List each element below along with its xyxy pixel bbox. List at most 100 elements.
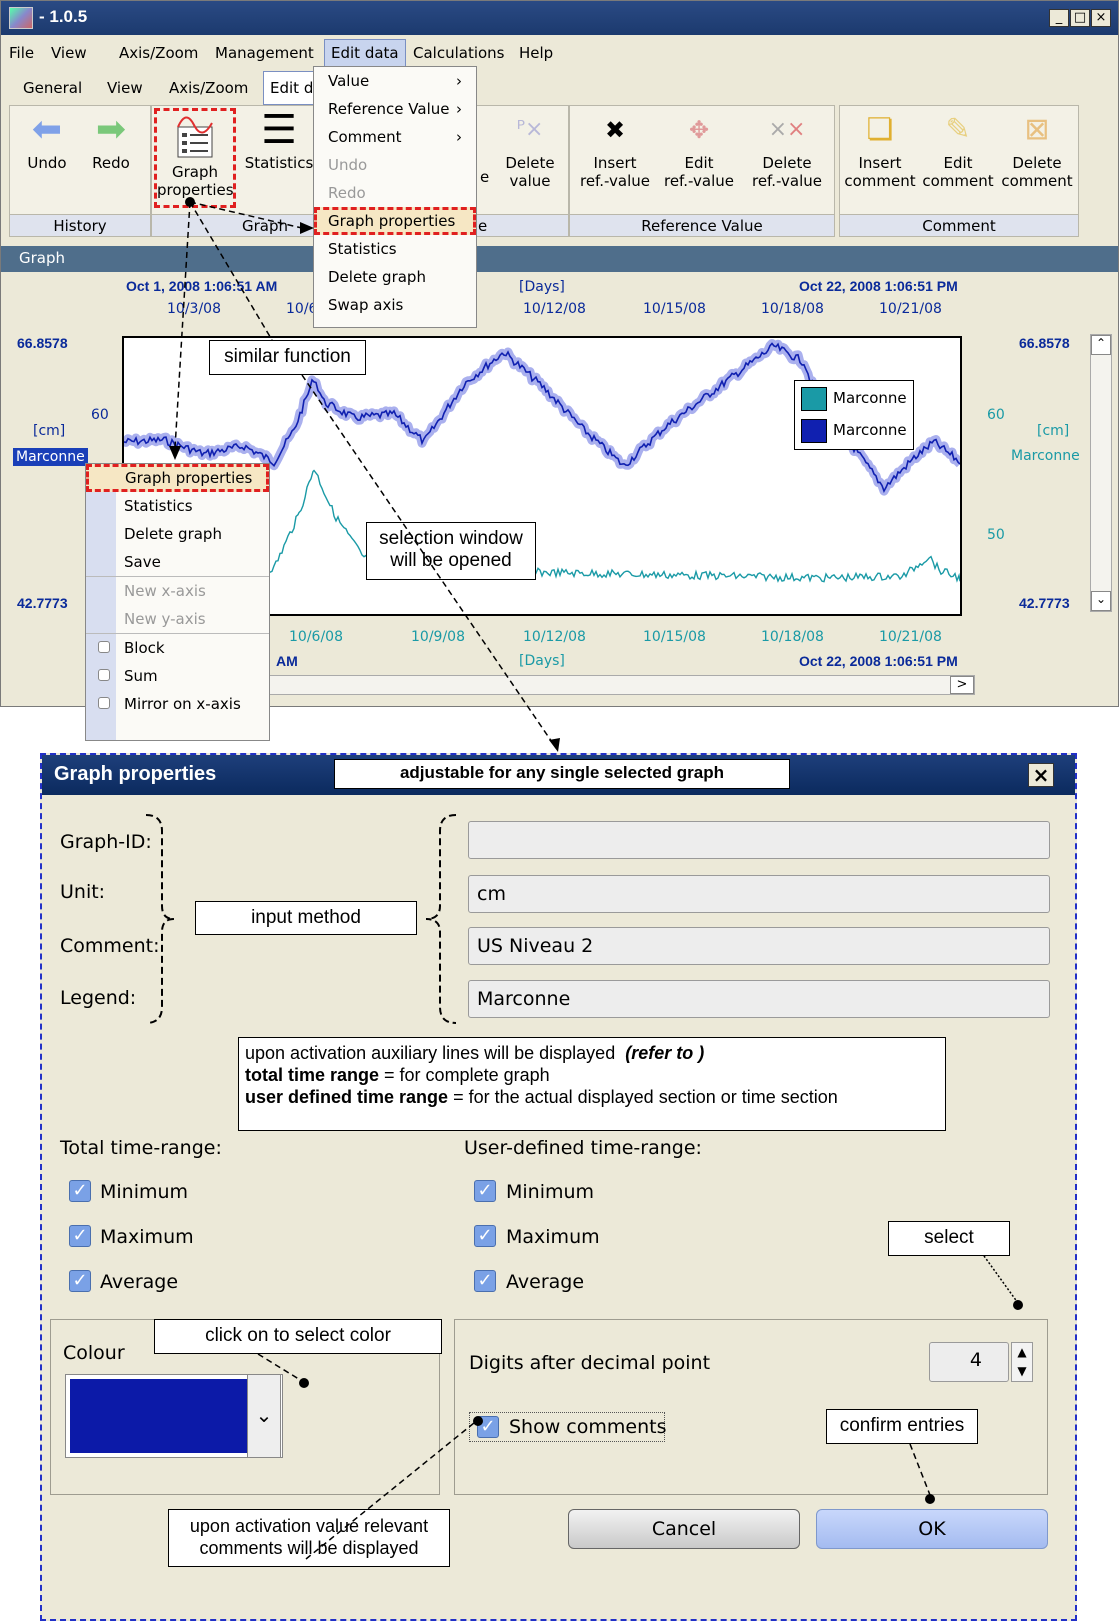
digits-spinner[interactable]: 4 — [929, 1342, 1009, 1382]
minimize-icon[interactable]: _ — [1049, 9, 1069, 27]
tab-general[interactable]: General — [23, 79, 82, 97]
colour-dropdown-icon[interactable]: ⌄ — [247, 1374, 281, 1458]
checkbox-icon[interactable] — [98, 641, 110, 653]
total-minimum-checkbox[interactable]: ✓ — [69, 1180, 91, 1202]
insert-comment-button[interactable]: ❏ Insert comment — [842, 110, 918, 190]
scroll-down-icon[interactable]: ⌄ — [1091, 591, 1111, 611]
show-comments-label: Show comments — [509, 1416, 667, 1438]
tab-axis-zoom[interactable]: Axis/Zoom — [169, 79, 248, 97]
reference-value-group-label: Reference Value — [570, 214, 834, 236]
annotation-click-color: click on to select color — [154, 1319, 442, 1354]
menu-bar: File View Axis/Zoom Management Edit data… — [1, 39, 1118, 67]
scroll-up-icon[interactable]: ⌃ — [1091, 335, 1111, 355]
delete-ref-label-2: ref.-value — [751, 172, 822, 190]
menu-view[interactable]: View — [51, 44, 87, 62]
dialog-close-icon[interactable]: × — [1028, 763, 1054, 787]
context-item-sum[interactable]: Sum — [86, 662, 269, 690]
context-item-statistics[interactable]: Statistics — [86, 492, 269, 520]
menu-help[interactable]: Help — [519, 44, 553, 62]
redo-button[interactable]: ➡ Redo — [82, 110, 140, 173]
series-tag-left[interactable]: Marconne — [13, 448, 88, 466]
bottom-left-time-fragment: AM — [276, 653, 298, 669]
insert-comment-label-2: comment — [844, 172, 916, 190]
context-item-new-x-axis[interactable]: New x-axis — [86, 576, 269, 605]
undo-label: Undo — [27, 154, 67, 172]
checkbox-icon[interactable] — [98, 697, 110, 709]
context-item-save[interactable]: Save — [86, 548, 269, 576]
close-icon[interactable]: × — [1091, 9, 1111, 27]
ribbon-tabs: General View Axis/Zoom Edit da — [1, 71, 1118, 105]
context-item-new-y-axis[interactable]: New y-axis — [86, 605, 269, 633]
comment-field[interactable]: US Niveau 2 — [468, 927, 1050, 965]
show-comments-checkbox[interactable]: ✓ — [477, 1416, 499, 1438]
context-item-block[interactable]: Block — [86, 633, 269, 662]
unit-field[interactable]: cm — [468, 875, 1050, 913]
total-maximum-checkbox[interactable]: ✓ — [69, 1225, 91, 1247]
menu-item-reference-value[interactable]: Reference Value › — [314, 95, 476, 123]
insert-ref-value-button[interactable]: ✖ Insert ref.-value — [574, 110, 656, 190]
y-tick-right-60: 60 — [987, 407, 1005, 423]
annotation-select: select — [888, 1221, 1010, 1256]
top-tick: 10/18/08 — [761, 301, 824, 317]
user-average-label: Average — [506, 1271, 585, 1293]
menu-item-swap-axis[interactable]: Swap axis — [314, 291, 476, 319]
graph-properties-button[interactable]: Graph properties — [154, 108, 236, 208]
reference-value-group: ✖ Insert ref.-value ✥ Edit ref.-value ××… — [569, 105, 835, 237]
delete-value-label-1: Delete — [505, 154, 555, 172]
delete-value-button[interactable]: ᴾ× Delete value — [496, 110, 564, 190]
graph-context-menu: Graph properties Statistics Delete graph… — [85, 463, 270, 741]
user-average-checkbox[interactable]: ✓ — [474, 1270, 496, 1292]
top-unit-days: [Days] — [519, 279, 565, 295]
checkbox-icon[interactable] — [98, 669, 110, 681]
undo-button[interactable]: ⬅ Undo — [18, 110, 76, 173]
scroll-right-icon[interactable]: > — [950, 676, 974, 694]
statistics-label: Statistics — [244, 154, 314, 172]
context-item-delete-graph[interactable]: Delete graph — [86, 520, 269, 548]
horizontal-scrollbar[interactable]: > — [261, 675, 975, 695]
unit-left: [cm] — [33, 423, 66, 439]
menu-file[interactable]: File — [9, 44, 34, 62]
user-maximum-checkbox[interactable]: ✓ — [474, 1225, 496, 1247]
statistics-button[interactable]: ☰ Statistics — [240, 110, 318, 172]
edit-ref-value-button[interactable]: ✥ Edit ref.-value — [658, 110, 740, 190]
menu-item-undo[interactable]: Undo — [314, 151, 476, 179]
menu-item-graph-properties[interactable]: Graph properties — [314, 207, 476, 235]
menu-item-comment[interactable]: Comment › — [314, 123, 476, 151]
edit-comment-button[interactable]: ✎ Edit comment — [920, 110, 996, 190]
bottom-tick: 10/6/08 — [289, 629, 343, 645]
graph-properties-label-1: Graph — [171, 163, 218, 181]
delete-value-label-2: value — [509, 172, 551, 190]
edit-ref-label-1: Edit — [684, 154, 714, 172]
tab-view[interactable]: View — [107, 79, 143, 97]
delete-comment-button[interactable]: ⊠ Delete comment — [998, 110, 1076, 190]
annotation-input-method: input method — [195, 901, 417, 935]
y-min-left: 42.7773 — [17, 595, 68, 611]
context-item-mirror[interactable]: Mirror on x-axis — [86, 690, 269, 718]
menu-management[interactable]: Management — [215, 44, 314, 62]
menu-item-statistics[interactable]: Statistics — [314, 235, 476, 263]
user-maximum-label: Maximum — [506, 1226, 600, 1248]
menu-edit-data[interactable]: Edit data — [324, 39, 406, 67]
menu-item-redo[interactable]: Redo — [314, 179, 476, 207]
user-minimum-checkbox[interactable]: ✓ — [474, 1180, 496, 1202]
app-icon — [9, 7, 33, 29]
cancel-button[interactable]: Cancel — [568, 1509, 800, 1549]
legend-field[interactable]: Marconne — [468, 980, 1050, 1018]
ok-button[interactable]: OK — [816, 1509, 1048, 1549]
menu-item-delete-graph[interactable]: Delete graph — [314, 263, 476, 291]
vertical-scrollbar[interactable]: ⌃ ⌄ — [1090, 334, 1112, 612]
context-item-graph-properties[interactable]: Graph properties — [86, 464, 269, 492]
menu-axis-zoom[interactable]: Axis/Zoom — [119, 44, 198, 62]
graph-id-field[interactable] — [468, 821, 1050, 859]
total-average-checkbox[interactable]: ✓ — [69, 1270, 91, 1292]
maximize-icon[interactable]: □ — [1070, 9, 1090, 27]
graph-panel-header: Graph — [1, 246, 1118, 272]
top-tick: 10/15/08 — [643, 301, 706, 317]
series-tag-right[interactable]: Marconne — [1011, 448, 1080, 464]
menu-calculations[interactable]: Calculations — [413, 44, 505, 62]
menu-item-value[interactable]: Value › — [314, 67, 476, 95]
edit-ref-value-icon: ✥ — [688, 116, 710, 144]
spinner-arrows-icon[interactable]: ▲ ▼ — [1011, 1342, 1033, 1382]
delete-ref-value-button[interactable]: ×× Delete ref.-value — [742, 110, 832, 190]
delete-comment-label-2: comment — [1001, 172, 1073, 190]
